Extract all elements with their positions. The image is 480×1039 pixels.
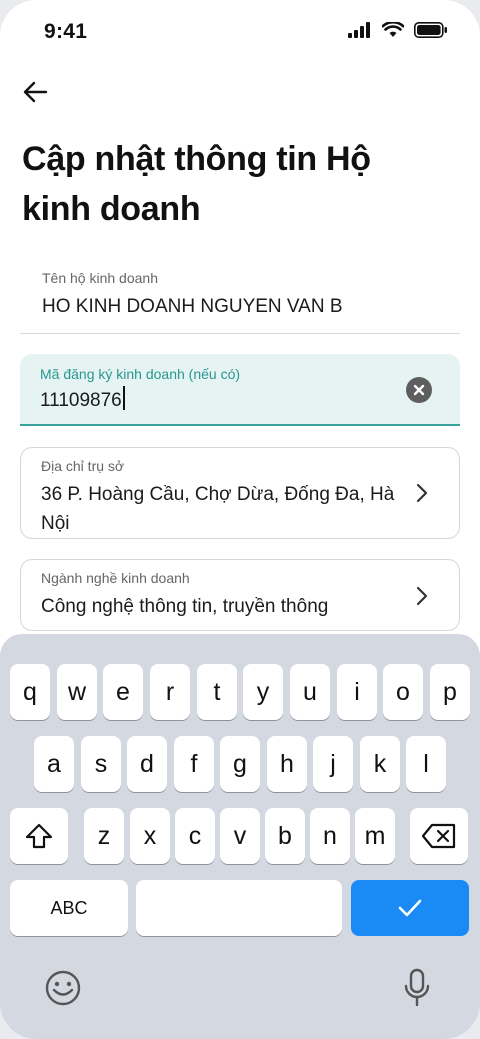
key-z[interactable]: z xyxy=(84,808,124,864)
address-label: Địa chỉ trụ sở xyxy=(41,458,125,474)
key-x[interactable]: x xyxy=(130,808,170,864)
delete-key[interactable] xyxy=(410,808,468,864)
delete-icon xyxy=(421,823,456,849)
address-value: 36 P. Hoàng Cầu, Chợ Dừa, Đống Đa, Hà Nộ… xyxy=(41,484,395,534)
key-k[interactable]: k xyxy=(360,736,400,792)
key-v[interactable]: v xyxy=(220,808,260,864)
business-name-label: Tên hộ kinh doanh xyxy=(42,270,158,286)
close-icon xyxy=(413,384,425,396)
emoji-icon xyxy=(45,970,81,1006)
shift-key[interactable] xyxy=(10,808,68,864)
space-key[interactable] xyxy=(136,880,342,936)
battery-icon xyxy=(414,22,448,43)
address-field[interactable]: Địa chỉ trụ sở 36 P. Hoàng Cầu, Chợ Dừa,… xyxy=(20,447,460,539)
done-key[interactable] xyxy=(351,880,469,936)
key-b[interactable]: b xyxy=(265,808,305,864)
key-q[interactable]: q xyxy=(10,664,50,720)
key-u[interactable]: u xyxy=(290,664,330,720)
key-s[interactable]: s xyxy=(81,736,121,792)
text-caret xyxy=(122,386,125,410)
key-d[interactable]: d xyxy=(127,736,167,792)
registration-code-value: 11109876 xyxy=(40,390,122,411)
status-bar: 9:41 xyxy=(0,0,480,64)
industry-value: Công nghệ thông tin, truyền thông xyxy=(41,596,329,617)
industry-field[interactable]: Ngành nghề kinh doanh Công nghệ thông ti… xyxy=(20,559,460,631)
checkmark-icon xyxy=(398,899,422,917)
chevron-right-icon xyxy=(416,483,428,503)
key-j[interactable]: j xyxy=(313,736,353,792)
key-o[interactable]: o xyxy=(383,664,423,720)
key-i[interactable]: i xyxy=(337,664,377,720)
status-time: 9:41 xyxy=(44,20,88,43)
chevron-right-icon xyxy=(416,586,428,606)
business-name-value: HO KINH DOANH NGUYEN VAN B xyxy=(42,296,343,317)
key-e[interactable]: e xyxy=(103,664,143,720)
key-l[interactable]: l xyxy=(406,736,446,792)
clear-input-button[interactable] xyxy=(406,377,432,403)
emoji-button[interactable] xyxy=(44,969,82,1012)
key-h[interactable]: h xyxy=(267,736,307,792)
key-p[interactable]: p xyxy=(430,664,470,720)
back-button[interactable] xyxy=(20,76,52,108)
registration-code-label: Mã đăng ký kinh doanh (nếu có) xyxy=(40,366,241,382)
phone-screen: 9:41 Cập nhật thông tin Hộ kinh doanh Tê… xyxy=(0,0,480,1039)
wifi-icon xyxy=(381,20,405,43)
registration-code-value-wrap: 11109876 xyxy=(40,386,440,415)
key-t[interactable]: t xyxy=(197,664,237,720)
shift-icon xyxy=(25,823,53,849)
microphone-icon xyxy=(404,968,430,1007)
key-y[interactable]: y xyxy=(243,664,283,720)
dictation-button[interactable] xyxy=(402,968,432,1013)
key-g[interactable]: g xyxy=(220,736,260,792)
key-a[interactable]: a xyxy=(34,736,74,792)
signal-icon xyxy=(348,22,372,43)
industry-label: Ngành nghề kinh doanh xyxy=(41,570,190,586)
key-w[interactable]: w xyxy=(57,664,97,720)
on-screen-keyboard: q w e r t y u i o p a s d f g h j k l z … xyxy=(0,634,480,1039)
registration-code-input[interactable]: Mã đăng ký kinh doanh (nếu có) 11109876 xyxy=(20,354,460,426)
key-m[interactable]: m xyxy=(355,808,395,864)
key-c[interactable]: c xyxy=(175,808,215,864)
abc-key[interactable]: ABC xyxy=(10,880,128,936)
key-r[interactable]: r xyxy=(150,664,190,720)
page-title: Cập nhật thông tin Hộ kinh doanh xyxy=(22,140,371,228)
arrow-left-icon xyxy=(23,81,48,103)
key-n[interactable]: n xyxy=(310,808,350,864)
business-name-field[interactable]: Tên hộ kinh doanh HO KINH DOANH NGUYEN V… xyxy=(20,270,460,334)
status-icons xyxy=(348,20,448,43)
key-f[interactable]: f xyxy=(174,736,214,792)
